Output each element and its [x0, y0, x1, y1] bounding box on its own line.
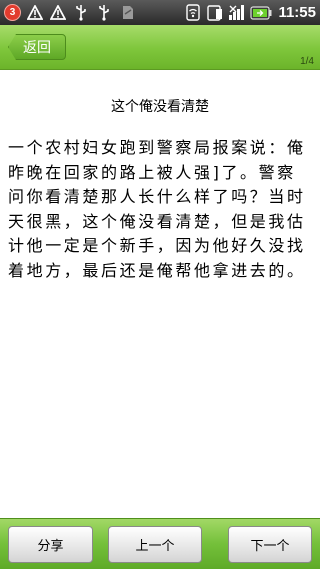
back-button[interactable]: 返回 [8, 34, 66, 60]
sd-card-icon [118, 4, 136, 22]
battery-icon [250, 4, 272, 22]
warning-icon [49, 4, 67, 22]
title-bar: 返回 1/4 [0, 25, 320, 70]
previous-button[interactable]: 上一个 [108, 526, 202, 563]
status-clock: 11:55 [278, 4, 316, 21]
notification-count-badge[interactable]: 3 [4, 4, 21, 21]
usb-icon [95, 4, 113, 22]
share-button[interactable]: 分享 [8, 526, 93, 563]
wifi-icon [184, 4, 202, 22]
article-title: 这个俺没看清楚 [111, 99, 209, 115]
usb-icon [72, 4, 90, 22]
warning-icon [26, 4, 44, 22]
article-body: 一个农村妇女跑到警察局报案说：俺昨晚在回家的路上被人强]了。警察问你看清楚那人长… [8, 138, 306, 280]
bottom-action-bar: 分享 上一个 下一个 [0, 518, 320, 569]
data-icon [206, 4, 224, 22]
page-indicator: 1/4 [300, 56, 314, 67]
signal-icon [228, 4, 246, 22]
next-button[interactable]: 下一个 [228, 526, 312, 563]
status-bar: 3 11:55 [0, 0, 320, 25]
